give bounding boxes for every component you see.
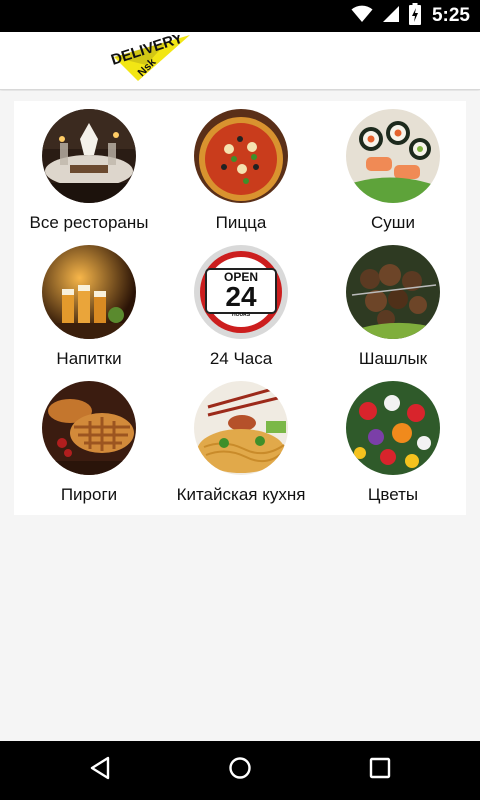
category-label: Шашлык — [358, 349, 428, 368]
chinese-noodles-photo — [194, 381, 288, 475]
category-label: Пироги — [60, 485, 118, 504]
wifi-icon — [351, 5, 373, 28]
pie-photo — [42, 381, 136, 475]
sign-number-text: 24 — [225, 281, 257, 312]
restaurant-table-photo — [42, 109, 136, 203]
category-label: Китайская кухня — [176, 485, 306, 504]
home-button[interactable] — [200, 741, 280, 800]
category-label: Все рестораны — [29, 213, 149, 232]
signal-icon — [382, 5, 400, 28]
status-bar: 5:25 — [0, 0, 480, 32]
back-icon — [89, 756, 111, 785]
recents-icon — [369, 757, 391, 784]
back-button[interactable] — [60, 741, 140, 800]
shashlik-photo — [346, 245, 440, 339]
category-grid: Все рестораны Пицца Суши Напитки OPEN 24… — [14, 101, 466, 515]
app-logo[interactable]: DELIVERY Nsk — [108, 30, 192, 90]
status-time: 5:25 — [431, 5, 470, 26]
navigation-bar — [0, 741, 480, 800]
category-all-restaurants[interactable]: Все рестораны — [14, 109, 164, 239]
category-label: Цветы — [367, 485, 419, 504]
beer-drinks-photo — [42, 245, 136, 339]
category-label: 24 Часа — [209, 349, 273, 368]
category-pizza[interactable]: Пицца — [166, 109, 316, 239]
category-drinks[interactable]: Напитки — [14, 245, 164, 375]
category-pies[interactable]: Пироги — [14, 381, 164, 511]
category-label: Напитки — [56, 349, 122, 368]
flowers-photo — [346, 381, 440, 475]
category-label: Суши — [371, 213, 415, 232]
pizza-photo — [194, 109, 288, 203]
category-chinese[interactable]: Китайская кухня — [166, 381, 316, 511]
status-icons: 5:25 — [351, 0, 470, 32]
sign-hours-text: HOURS — [232, 312, 251, 318]
app-bar: DELIVERY Nsk — [0, 30, 480, 90]
home-icon — [228, 756, 252, 785]
battery-charging-icon — [408, 2, 421, 30]
open-24-hours-sign: OPEN 24 HOURS — [194, 245, 288, 339]
recents-button[interactable] — [340, 741, 420, 800]
sushi-photo — [346, 109, 440, 203]
category-label: Пицца — [215, 213, 267, 232]
category-flowers[interactable]: Цветы — [318, 381, 468, 511]
category-shashlik[interactable]: Шашлык — [318, 245, 468, 375]
category-24-hours[interactable]: OPEN 24 HOURS 24 Часа — [166, 245, 316, 375]
category-sushi[interactable]: Суши — [318, 109, 468, 239]
main-content: Все рестораны Пицца Суши Напитки OPEN 24… — [0, 91, 480, 741]
